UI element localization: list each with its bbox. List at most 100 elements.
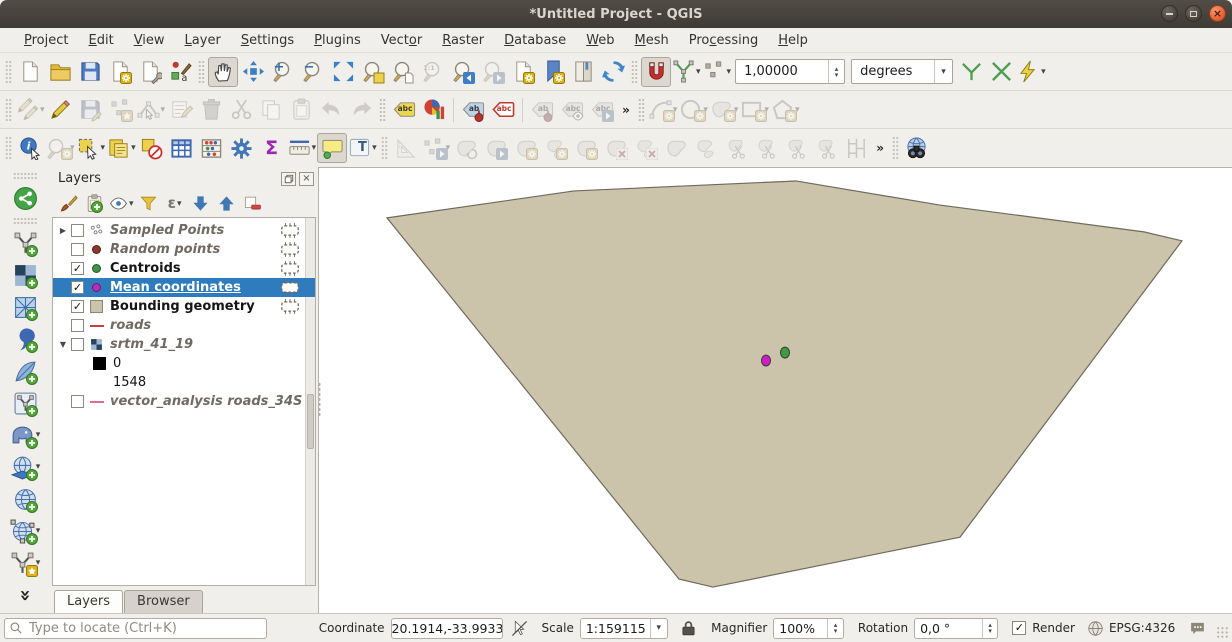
layer-bounding-geometry[interactable]: ✓Bounding geometry (53, 297, 315, 316)
add-vector-layer[interactable] (5, 227, 45, 259)
spin-down-icon[interactable]: ▾ (834, 628, 838, 634)
copy-features[interactable] (256, 95, 286, 125)
add-vector-tile-layer[interactable]: ▾ (5, 547, 45, 579)
minimize-button[interactable] (1161, 5, 1178, 22)
toolbar-overflow-button[interactable]: » (617, 103, 635, 117)
measure-line-dropdown[interactable]: ▾ (312, 143, 317, 153)
layer-visibility-checkbox[interactable]: ✓ (71, 300, 84, 313)
toolbar-more[interactable]: » (5, 579, 45, 611)
shape-digitizing-circle[interactable]: ▾ (678, 95, 709, 125)
memory-layer-indicator-icon[interactable] (279, 242, 301, 257)
move-label[interactable]: ab (527, 95, 557, 125)
manage-map-themes[interactable]: ▾ (108, 192, 135, 216)
split-features[interactable] (721, 133, 751, 163)
zoom-to-layer[interactable] (388, 57, 418, 87)
delete-part[interactable] (631, 133, 661, 163)
refresh-map[interactable] (598, 57, 628, 87)
expander-icon[interactable]: ▶ (57, 226, 69, 235)
data-source-manager[interactable] (5, 182, 45, 214)
shape-digitizing-rectangle[interactable]: ▾ (739, 95, 770, 125)
add-part[interactable] (541, 133, 571, 163)
maximize-button[interactable] (1185, 5, 1202, 22)
menu-settings[interactable]: Settings (231, 31, 304, 50)
snapping-mode[interactable]: ▾ (671, 57, 702, 87)
identify-features[interactable] (15, 133, 45, 163)
select-features[interactable]: ▾ (76, 133, 107, 163)
menu-mesh[interactable]: Mesh (625, 31, 679, 50)
shape-digitizing-regular-polygon[interactable]: ▾ (770, 95, 801, 125)
add-mesh-layer[interactable] (5, 291, 45, 323)
filter-by-expression[interactable]: ε▾ (163, 192, 187, 216)
menu-raster[interactable]: Raster (432, 31, 494, 50)
change-label[interactable]: abc (587, 95, 617, 125)
select-by-value-dropdown[interactable]: ▾ (131, 143, 136, 153)
add-virtual-layer[interactable] (5, 387, 45, 419)
panel-close-button[interactable]: × (299, 172, 314, 186)
layer-visibility-checkbox[interactable] (71, 243, 84, 256)
rotation-spinbox[interactable]: ▴▾ (914, 618, 998, 639)
toolbar-handle[interactable] (892, 136, 899, 160)
layer-visibility-checkbox[interactable] (71, 319, 84, 332)
add-postgis-layer[interactable]: ▾ (5, 419, 45, 451)
open-project[interactable] (45, 57, 75, 87)
expander-icon[interactable]: ▼ (57, 340, 69, 349)
memory-layer-indicator-icon[interactable] (279, 299, 301, 314)
merge-feature-attributes[interactable] (811, 133, 841, 163)
layer-diagram[interactable] (419, 95, 449, 125)
move-feature[interactable]: ▾ (421, 133, 452, 163)
menu-layer[interactable]: Layer (175, 31, 231, 50)
close-button[interactable]: × (1209, 5, 1226, 22)
snapping-on-intersection[interactable] (986, 57, 1016, 87)
locator-input[interactable] (4, 618, 267, 639)
toolbar-handle[interactable] (5, 136, 12, 160)
zoom-to-selection[interactable] (358, 57, 388, 87)
add-ring[interactable] (511, 133, 541, 163)
menu-web[interactable]: Web (576, 31, 624, 50)
processing-toolbox[interactable] (227, 133, 257, 163)
open-attribute-table[interactable] (167, 133, 197, 163)
extent-mouse-position-toggle-icon[interactable] (511, 620, 528, 637)
toolbar-overflow-button[interactable]: » (871, 141, 889, 155)
layer-visibility-checkbox[interactable]: ✓ (71, 262, 84, 275)
memory-layer-indicator-icon[interactable] (279, 261, 301, 276)
filter-by-expression-dropdown[interactable]: ▾ (177, 199, 182, 209)
text-annotation[interactable]: T▾ (347, 133, 378, 163)
trim-extend[interactable] (841, 133, 871, 163)
cut-features[interactable] (226, 95, 256, 125)
legend-srtm-max[interactable]: 1548 (53, 373, 315, 392)
save-project[interactable] (75, 57, 105, 87)
dock-splitter-handle[interactable] (318, 382, 321, 416)
scale-combo[interactable]: ▾ (580, 618, 668, 639)
select-features-dropdown[interactable]: ▾ (101, 143, 106, 153)
shape-digitizing-curve[interactable]: ▾ (648, 95, 679, 125)
chevron-down-icon[interactable]: ▾ (650, 619, 668, 638)
map-tips[interactable] (317, 133, 347, 163)
zoom-out[interactable]: − (298, 57, 328, 87)
lock-scale-icon[interactable] (680, 620, 697, 637)
rotate-feature[interactable] (451, 133, 481, 163)
legend-srtm-min[interactable]: 0 (53, 354, 315, 373)
layer-random-points[interactable]: Random points (53, 240, 315, 259)
vertex-tool[interactable]: ▾ (136, 95, 167, 125)
merge-features[interactable] (781, 133, 811, 163)
rotation-input[interactable] (915, 619, 982, 638)
select-by-value[interactable]: ▾ (106, 133, 137, 163)
snapping-tolerance[interactable]: 1,00000▴▾ (735, 59, 845, 84)
crs-status[interactable]: EPSG:4326 (1109, 621, 1175, 635)
expand-all[interactable] (189, 192, 213, 216)
offset-curve[interactable] (691, 133, 721, 163)
zoom-next[interactable] (478, 57, 508, 87)
run-feature-action[interactable]: ▾ (45, 133, 76, 163)
layer-labeling[interactable]: abc (389, 95, 419, 125)
save-layer-edits[interactable] (76, 95, 106, 125)
pan-to-selection[interactable] (238, 57, 268, 87)
menu-view[interactable]: View (124, 31, 175, 50)
memory-layer-indicator-icon[interactable] (279, 223, 301, 238)
pin-labels[interactable]: ab (458, 95, 488, 125)
coordinate-input[interactable] (391, 618, 503, 639)
toolbar-handle[interactable] (381, 136, 388, 160)
locator-search[interactable] (4, 618, 267, 639)
tab-browser[interactable]: Browser (124, 590, 203, 613)
menu-edit[interactable]: Edit (79, 31, 124, 50)
delete-selected[interactable] (196, 95, 226, 125)
